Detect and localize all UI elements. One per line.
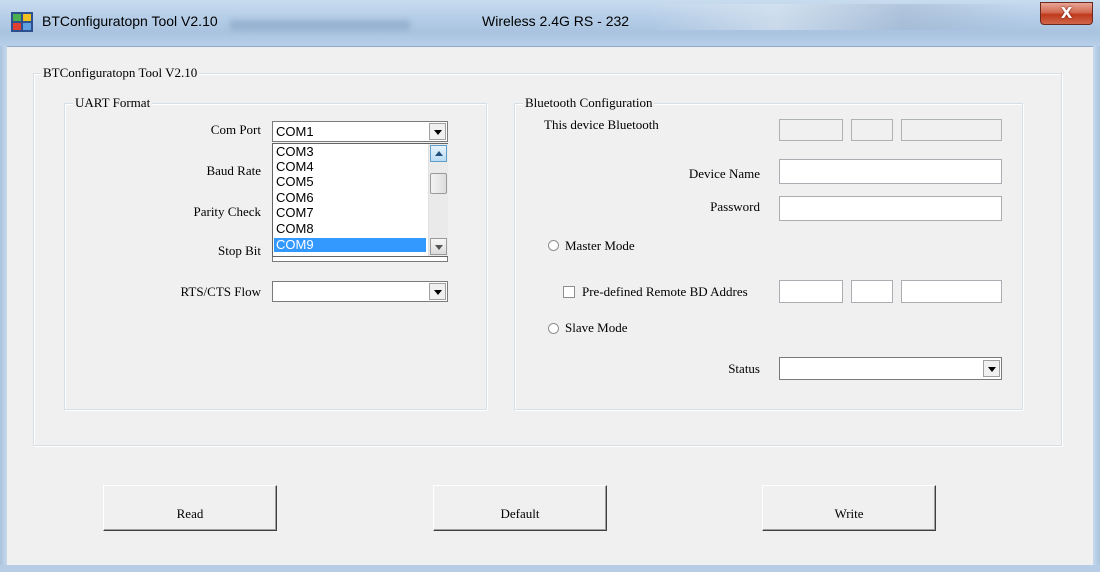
slave-mode-label: Slave Mode xyxy=(565,320,628,335)
device-name-label: Device Name xyxy=(688,166,760,181)
write-button-label: Write xyxy=(834,506,864,521)
list-item-selected[interactable]: COM9 xyxy=(274,238,426,252)
close-icon: X xyxy=(1060,4,1073,22)
predefined-remote-label: Pre-defined Remote BD Addres xyxy=(582,284,748,299)
slave-mode-radio[interactable] xyxy=(548,323,559,334)
bluetooth-config-label: Bluetooth Configuration xyxy=(523,95,655,111)
master-mode-label: Master Mode xyxy=(565,238,635,253)
parity-check-label: Parity Check xyxy=(193,204,261,219)
list-item[interactable]: COM6 xyxy=(274,191,426,205)
main-group-label: BTConfiguratopn Tool V2.10 xyxy=(41,65,200,81)
com-port-dropdown-list[interactable]: COM3 COM4 COM5 COM6 COM7 COM8 COM9 xyxy=(272,143,448,257)
list-item[interactable]: COM3 xyxy=(274,145,426,159)
com-port-label: Com Port xyxy=(210,122,261,137)
status-select[interactable] xyxy=(779,357,1002,380)
chevron-down-icon[interactable] xyxy=(429,283,446,300)
status-label: Status xyxy=(728,361,760,376)
remote-address-field-1[interactable] xyxy=(779,280,843,303)
write-button[interactable]: Write xyxy=(762,485,936,531)
device-address-field-3 xyxy=(901,119,1002,141)
default-button-label: Default xyxy=(500,506,540,521)
remote-address-field-3[interactable] xyxy=(901,280,1002,303)
read-button-label: Read xyxy=(176,506,204,521)
baud-rate-label: Baud Rate xyxy=(206,163,261,178)
scroll-down-icon[interactable] xyxy=(430,238,447,255)
remote-address-field-2[interactable] xyxy=(851,280,893,303)
uart-format-label: UART Format xyxy=(73,95,153,111)
read-button[interactable]: Read xyxy=(103,485,277,531)
list-item[interactable]: COM4 xyxy=(274,160,426,174)
window-frame-bottom xyxy=(0,565,1100,572)
titlebar-decoration xyxy=(650,4,1030,30)
this-device-label: This device Bluetooth xyxy=(544,117,659,132)
device-name-input[interactable] xyxy=(779,159,1002,184)
title-bar: BTConfiguratopn Tool V2.10 Wireless 2.4G… xyxy=(0,0,1100,47)
scroll-up-icon[interactable] xyxy=(430,145,447,162)
window-subtitle: Wireless 2.4G RS - 232 xyxy=(482,13,630,29)
device-address-field-2 xyxy=(851,119,893,141)
dropdown-scrollbar[interactable] xyxy=(428,144,448,256)
window-frame-left xyxy=(0,46,7,572)
device-address-field-1 xyxy=(779,119,843,141)
default-button[interactable]: Default xyxy=(433,485,607,531)
window-frame-right xyxy=(1093,46,1100,572)
password-input[interactable] xyxy=(779,196,1002,221)
list-item[interactable]: COM8 xyxy=(274,222,426,236)
window-title: BTConfiguratopn Tool V2.10 xyxy=(42,13,218,29)
com-port-select[interactable]: COM1 xyxy=(272,121,448,142)
titlebar-decoration xyxy=(230,20,410,30)
predefined-remote-checkbox[interactable] xyxy=(563,286,575,298)
scrollbar-thumb[interactable] xyxy=(430,173,447,194)
chevron-down-icon[interactable] xyxy=(983,360,1000,377)
com-port-value: COM1 xyxy=(276,124,314,139)
list-item[interactable]: COM5 xyxy=(274,175,426,189)
close-button[interactable]: X xyxy=(1040,2,1093,25)
password-label: Password xyxy=(710,199,760,214)
rts-cts-select[interactable] xyxy=(272,281,448,302)
stop-bit-label: Stop Bit xyxy=(218,243,261,258)
rts-cts-label: RTS/CTS Flow xyxy=(180,284,262,299)
list-item[interactable]: COM7 xyxy=(274,206,426,220)
chevron-down-icon[interactable] xyxy=(429,123,446,140)
app-icon xyxy=(11,12,33,32)
master-mode-radio[interactable] xyxy=(548,240,559,251)
